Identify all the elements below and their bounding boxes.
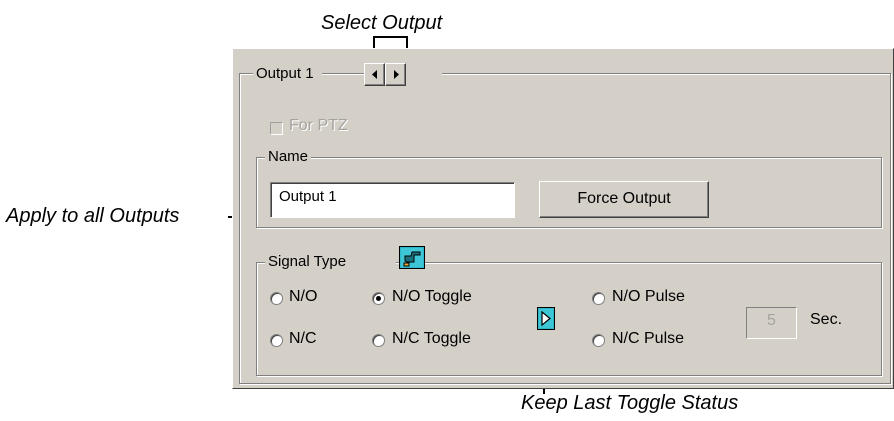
callout-select-output: Select Output xyxy=(321,12,443,34)
next-output-button[interactable] xyxy=(385,63,406,86)
radio-no-pulse[interactable] xyxy=(592,292,605,305)
radio-nc-pulse-label: N/C Pulse xyxy=(612,330,685,347)
for-ptz-checkbox[interactable] xyxy=(270,122,283,135)
prev-output-button[interactable] xyxy=(364,63,385,86)
radio-nc-label: N/C xyxy=(289,330,317,347)
radio-nc-toggle-label: N/C Toggle xyxy=(392,330,471,347)
output-label-gap xyxy=(406,71,442,77)
radio-nc[interactable] xyxy=(270,334,283,347)
radio-no-pulse-label: N/O Pulse xyxy=(612,288,685,305)
pulse-seconds-field[interactable]: 5 xyxy=(746,307,797,339)
force-output-button[interactable]: Force Output xyxy=(539,181,709,218)
for-ptz-label: For PTZ xyxy=(289,117,348,134)
signal-type-label: Signal Type xyxy=(265,253,397,271)
callout-apply-to-all: Apply to all Outputs xyxy=(6,205,180,227)
apply-to-all-button[interactable] xyxy=(399,246,425,269)
name-group-label: Name xyxy=(265,148,312,166)
radio-nc-pulse[interactable] xyxy=(592,334,605,347)
keep-last-toggle-button[interactable] xyxy=(537,307,555,330)
radio-no-toggle[interactable] xyxy=(372,292,385,305)
radio-nc-toggle[interactable] xyxy=(372,334,385,347)
callout-line xyxy=(373,36,408,38)
output-label: Output 1 xyxy=(253,65,322,83)
seconds-unit-label: Sec. xyxy=(810,311,843,328)
radio-selected-dot xyxy=(376,296,381,301)
callout-keep-toggle: Keep Last Toggle Status xyxy=(521,392,739,414)
radio-no-toggle-label: N/O Toggle xyxy=(392,288,472,305)
pointing-hand-icon xyxy=(401,248,423,267)
right-arrow-icon xyxy=(394,70,399,79)
radio-no[interactable] xyxy=(270,292,283,305)
radio-no-label: N/O xyxy=(289,288,318,305)
output-name-field[interactable]: Output 1 xyxy=(270,182,515,218)
left-arrow-icon xyxy=(372,70,377,79)
output-settings-panel: Output 1 For PTZ Name Output 1 Force Out… xyxy=(232,48,894,389)
play-arrow-icon xyxy=(539,309,553,328)
